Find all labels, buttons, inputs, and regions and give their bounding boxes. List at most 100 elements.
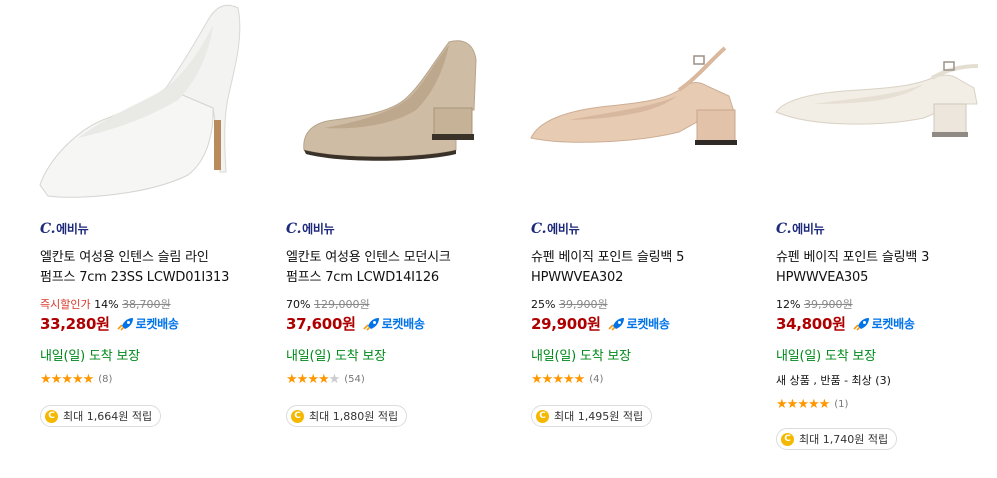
product-image[interactable]	[284, 0, 494, 200]
sale-price: 34,800원	[776, 315, 846, 333]
rocket-icon	[117, 317, 133, 331]
product-title-line: 엘칸토 여성용 인텐스 슬림 라인	[40, 250, 209, 265]
rocket-delivery-label: 로켓배송	[135, 317, 179, 331]
sale-price: 33,280원	[40, 315, 110, 333]
product-card[interactable]: C.에비뉴 슈펜 베이직 포인트 슬링백 3 HPWWVEA305 12% 39…	[774, 0, 997, 478]
product-image[interactable]	[529, 0, 739, 200]
brand-label: 에비뉴	[56, 222, 89, 236]
product-title[interactable]: 슈펜 베이직 포인트 슬링백 5 HPWWVEA302	[531, 248, 753, 288]
discount-rate: 12%	[776, 298, 801, 311]
star-icon: ★	[807, 397, 820, 412]
points-label: 최대 1,664원 적립	[63, 410, 153, 423]
original-price: 129,000원	[313, 298, 370, 311]
slingback-shoe-image	[530, 46, 737, 145]
price-row: 33,280원 로켓배송	[40, 313, 179, 334]
rocket-delivery-badge: 로켓배송	[116, 315, 179, 332]
product-card[interactable]: C.에비뉴 엘칸토 여성용 인텐스 슬림 라인 펌프스 7cm 23SS LCW…	[38, 0, 268, 478]
star-icon: ★	[818, 397, 831, 412]
brand-label: 에비뉴	[547, 222, 580, 236]
star-icon: ★	[531, 372, 543, 387]
star-icon: ★	[40, 372, 52, 387]
slingback-shoe-image	[775, 61, 979, 137]
product-image[interactable]	[38, 0, 248, 200]
discount-rate: 70%	[286, 298, 311, 311]
sale-price: 37,600원	[286, 315, 356, 333]
points-label: 최대 1,495원 적립	[554, 410, 644, 423]
white-pump-shoe-image	[39, 4, 241, 198]
rocket-delivery-badge: 로켓배송	[362, 315, 425, 332]
review-count: (4)	[589, 374, 604, 385]
points-badge: C 최대 1,880원 적립	[286, 405, 408, 427]
product-title-line: 펌프스 7cm LCWD14I126	[286, 270, 439, 285]
points-badge: C 최대 1,664원 적립	[40, 405, 162, 427]
discount-info: 25% 39,900원	[531, 296, 608, 312]
coin-icon: C	[291, 409, 304, 423]
rocket-delivery-badge: 로켓배송	[607, 315, 670, 332]
product-title-line: 슈펜 베이직 포인트 슬링백 3	[776, 250, 930, 265]
rocket-delivery-label: 로켓배송	[871, 317, 915, 331]
brand-label: 에비뉴	[792, 222, 825, 236]
delivery-promise: 내일(일) 도착 보장	[40, 349, 140, 364]
discount-info: 즉시할인가 14% 38,700원	[40, 296, 171, 312]
product-title-line: 펌프스 7cm 23SS LCWD01I313	[40, 270, 230, 285]
review-count: (1)	[834, 399, 849, 410]
product-title[interactable]: 엘칸토 여성용 인텐스 슬림 라인 펌프스 7cm 23SS LCWD01I31…	[40, 248, 262, 288]
star-icon: ★	[328, 372, 341, 387]
star-rating: ★ ★ ★ ★ ★	[531, 372, 586, 387]
star-icon: ★	[573, 372, 586, 387]
review-count: (8)	[98, 374, 113, 385]
original-price: 39,900원	[803, 298, 853, 311]
price-row: 37,600원 로켓배송	[286, 313, 425, 334]
brand-logo: C.에비뉴	[531, 221, 580, 237]
price-row: 34,800원 로켓배송	[776, 313, 915, 334]
points-badge: C 최대 1,740원 적립	[776, 428, 898, 450]
points-label: 최대 1,880원 적립	[309, 410, 399, 423]
star-icon: ★	[296, 372, 309, 387]
star-icon: ★	[50, 372, 63, 387]
star-icon: ★	[61, 372, 73, 387]
product-title[interactable]: 슈펜 베이직 포인트 슬링백 3 HPWWVEA305	[776, 248, 997, 288]
product-card[interactable]: C.에비뉴 엘칸토 여성용 인텐스 모던시크 펌프스 7cm LCWD14I12…	[284, 0, 514, 478]
discount-info: 70% 129,000원	[286, 296, 370, 312]
rocket-icon	[853, 317, 869, 331]
rocket-icon	[608, 317, 624, 331]
star-icon: ★	[317, 372, 330, 387]
original-price: 38,700원	[122, 298, 171, 311]
rocket-delivery-label: 로켓배송	[626, 317, 670, 331]
star-rating: ★ ★ ★ ★ ★	[286, 372, 341, 387]
rating: ★ ★ ★ ★ ★ (8)	[40, 373, 112, 386]
beige-pump-shoe-image	[303, 40, 477, 161]
coin-icon: C	[45, 409, 58, 423]
product-title-line: 엘칸토 여성용 인텐스 모던시크	[286, 250, 451, 265]
coin-icon: C	[781, 432, 794, 446]
rating: ★ ★ ★ ★ ★ (4)	[531, 373, 603, 386]
delivery-promise: 내일(일) 도착 보장	[286, 349, 386, 364]
star-icon: ★	[541, 372, 554, 387]
coin-icon: C	[536, 409, 549, 423]
review-count: (54)	[344, 374, 365, 385]
brand-logo: C.에비뉴	[776, 221, 825, 237]
rating: ★ ★ ★ ★ ★ (1)	[776, 398, 848, 411]
star-rating: ★ ★ ★ ★ ★	[40, 372, 95, 387]
rating: ★ ★ ★ ★ ★ (54)	[286, 373, 365, 386]
rocket-delivery-badge: 로켓배송	[852, 315, 915, 332]
original-price: 39,900원	[558, 298, 608, 311]
star-icon: ★	[786, 397, 799, 412]
star-icon: ★	[82, 372, 95, 387]
product-image[interactable]	[774, 0, 984, 200]
product-title[interactable]: 엘칸토 여성용 인텐스 모던시크 펌프스 7cm LCWD14I126	[286, 248, 508, 288]
brand-label: 에비뉴	[302, 222, 335, 236]
instant-discount-label: 즉시할인가	[40, 298, 91, 311]
star-icon: ★	[797, 397, 809, 412]
product-card[interactable]: C.에비뉴 슈펜 베이직 포인트 슬링백 5 HPWWVEA302 25% 39…	[529, 0, 759, 478]
other-sellers-link[interactable]: 새 상품 , 반품 - 최상 (3)	[776, 372, 891, 388]
delivery-promise: 내일(일) 도착 보장	[776, 349, 876, 364]
brand-logo: C.에비뉴	[286, 221, 335, 237]
rocket-delivery-label: 로켓배송	[381, 317, 425, 331]
delivery-promise: 내일(일) 도착 보장	[531, 349, 631, 364]
sale-price: 29,900원	[531, 315, 601, 333]
points-label: 최대 1,740원 적립	[799, 433, 889, 446]
star-rating: ★ ★ ★ ★ ★	[776, 397, 831, 412]
star-icon: ★	[286, 372, 298, 387]
star-icon: ★	[71, 372, 84, 387]
